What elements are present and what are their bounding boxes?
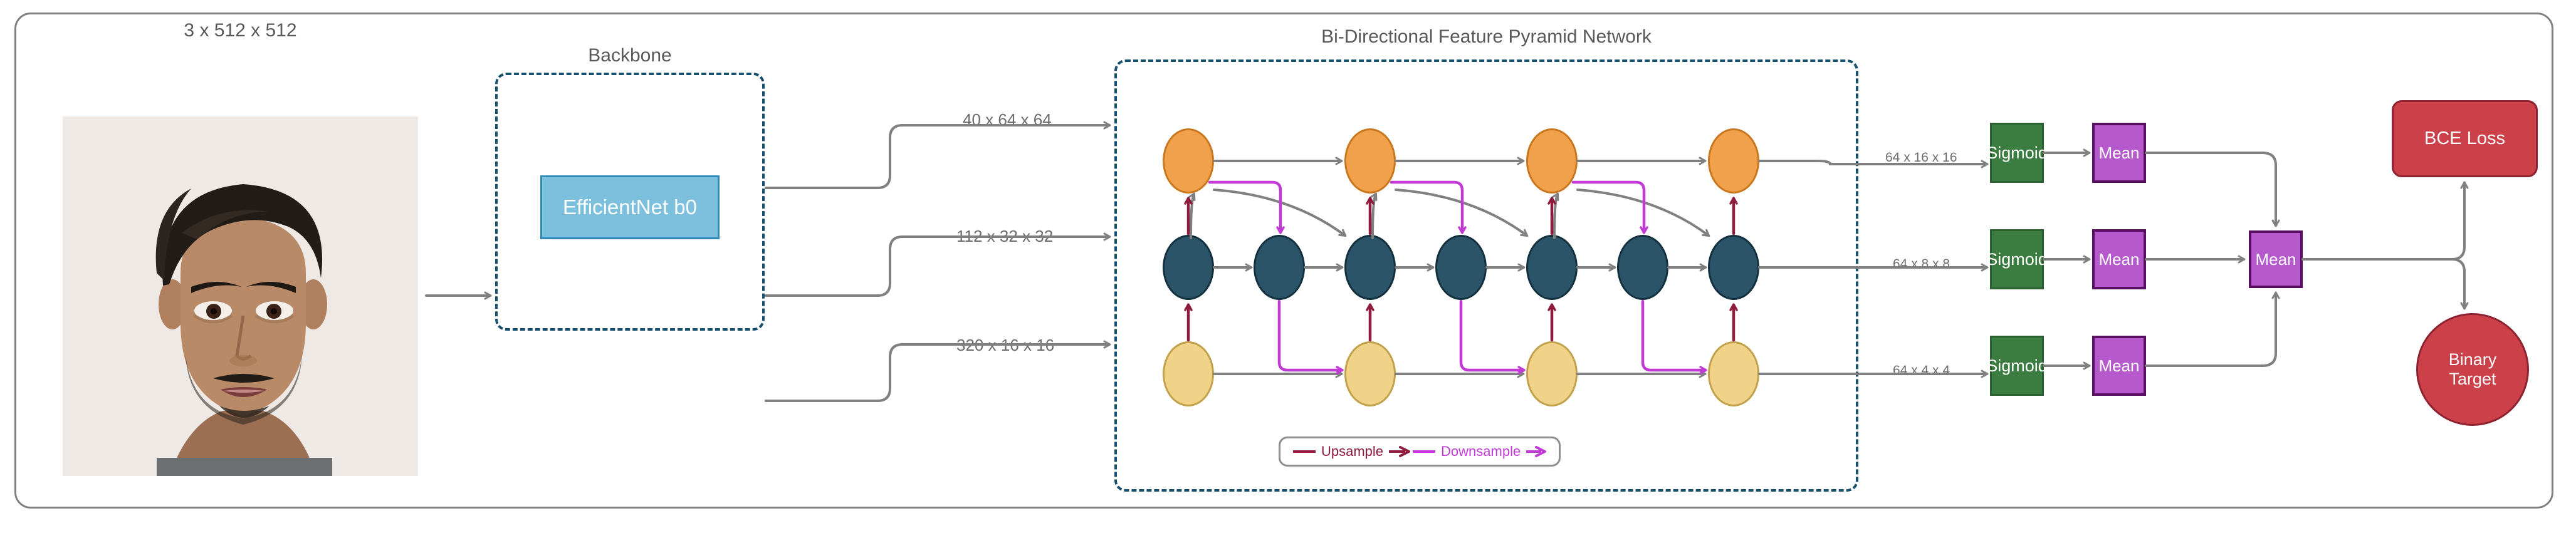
mean-box-0: Mean [2092, 123, 2146, 183]
bifpn-node-p4-0 [1163, 235, 1214, 300]
binary-target-label-2: Target [2449, 370, 2496, 388]
backbone-caption: Backbone [588, 45, 672, 66]
legend-upsample-label: Upsample [1321, 443, 1384, 459]
mean-box-2: Mean [2092, 336, 2146, 396]
legend-item-upsample: Upsample [1292, 443, 1411, 460]
sigmoid-label-0: Sigmoid [1986, 143, 2048, 162]
final-mean-box: Mean [2249, 230, 2303, 288]
head-dim-label-2: 64 x 4 x 4 [1893, 363, 1950, 378]
final-mean-label: Mean [2255, 249, 2296, 269]
bifpn-node-p4-4 [1526, 235, 1578, 300]
bifpn-node-p3-0 [1163, 341, 1214, 406]
bifpn-node-p3-3 [1708, 341, 1759, 406]
backbone-output-label-2: 320 x 16 x 16 [956, 336, 1055, 354]
efficientnet-label: EfficientNet b0 [562, 195, 698, 219]
mean-box-1: Mean [2092, 229, 2146, 289]
sigmoid-box-0: Sigmoid [1986, 123, 2048, 183]
backbone-output-label-1: 112 x 32 x 32 [956, 227, 1054, 245]
head-dim-label-0: 64 x 16 x 16 [1885, 150, 1957, 165]
bifpn-node-p5-0 [1163, 128, 1214, 194]
sigmoid-box-2: Sigmoid [1986, 336, 2048, 396]
sigmoid-label-2: Sigmoid [1986, 356, 2048, 375]
bifpn-node-p3-1 [1344, 341, 1396, 406]
bifpn-caption: Bi-Directional Feature Pyramid Network [1321, 26, 1652, 47]
efficientnet-block: EfficientNet b0 [540, 175, 720, 239]
bifpn-node-p5-1 [1344, 128, 1396, 194]
legend-item-downsample: Downsample [1411, 443, 1547, 460]
sigmoid-label-1: Sigmoid [1986, 249, 2048, 269]
bifpn-node-p4-5 [1617, 235, 1668, 300]
bifpn-node-p4-2 [1344, 235, 1396, 300]
bce-loss-label: BCE Loss [2424, 128, 2505, 148]
bce-loss-box: BCE Loss [2392, 100, 2538, 177]
input-size-label: 3 x 512 x 512 [184, 20, 297, 41]
bifpn-node-p5-2 [1526, 128, 1578, 194]
input-face-image [63, 116, 418, 476]
bifpn-legend: Upsample Downsample [1279, 437, 1561, 467]
bifpn-node-p3-2 [1526, 341, 1578, 406]
diagram-canvas: 3 x 512 x 512 Backbone EfficientNet b0 4… [0, 0, 2576, 553]
bifpn-node-p4-1 [1254, 235, 1305, 300]
downsample-arrow-icon [1526, 446, 1547, 457]
bifpn-node-p5-3 [1708, 128, 1759, 194]
mean-label-1: Mean [2098, 249, 2140, 269]
upsample-arrow-icon [1389, 446, 1411, 457]
mean-label-2: Mean [2098, 356, 2140, 375]
mean-label-0: Mean [2098, 143, 2140, 162]
bifpn-node-p4-3 [1435, 235, 1487, 300]
downsample-line-swatch [1413, 450, 1436, 453]
binary-target-label-1: Binary [2448, 349, 2497, 369]
bifpn-node-p4-6 [1708, 235, 1759, 300]
head-dim-label-1: 64 x 8 x 8 [1893, 257, 1950, 271]
legend-downsample-label: Downsample [1441, 443, 1521, 459]
sigmoid-box-1: Sigmoid [1986, 229, 2048, 289]
upsample-line-swatch [1293, 450, 1316, 453]
binary-target-circle: Binary Target [2416, 313, 2529, 426]
face-illustration [63, 116, 418, 476]
backbone-output-label-0: 40 x 64 x 64 [963, 110, 1052, 129]
